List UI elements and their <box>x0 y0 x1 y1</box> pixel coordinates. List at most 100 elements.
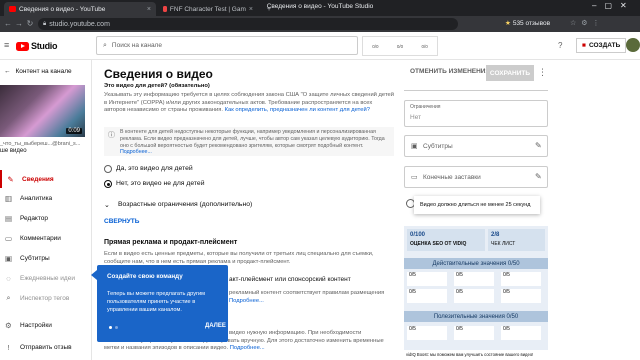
checklist-box[interactable]: 2/8 ЧЕК ЛИСТ <box>488 229 545 251</box>
lock-icon: 🔒︎ <box>43 20 47 27</box>
search-placeholder: Поиск на канале <box>111 42 162 49</box>
sidebar-item-details[interactable]: ✎ Сведения <box>0 170 92 188</box>
your-video-label: ше видео <box>0 148 27 154</box>
youtube-favicon-icon <box>9 6 16 12</box>
pencil-icon: ✎ <box>7 174 14 184</box>
tags-icon: ⌕ <box>6 293 11 302</box>
ext-stat: 0/0 <box>396 43 404 49</box>
checklist-label: ЧЕК ЛИСТ <box>491 241 516 247</box>
save-button[interactable]: СОХРАНИТЬ <box>486 65 534 81</box>
coppa-text: Указывать эту информацию требуется в цел… <box>104 92 394 115</box>
sidebar-item-label: Редактор <box>20 214 48 222</box>
sidebar-item-label: Отправить отзыв <box>20 343 72 351</box>
chevron-down-icon[interactable]: ⌄ <box>104 201 110 209</box>
seo-score-value: 0/100 <box>410 232 426 238</box>
browser-tab-game[interactable]: FNF Character Test | Gam × <box>158 2 258 16</box>
chapters-link[interactable]: Подробнее... <box>230 345 265 351</box>
seo-score: 0/100 <box>410 232 425 238</box>
create-button[interactable]: ■ СОЗДАТЬ <box>576 38 627 53</box>
paid-policy-body: рекламный контент соответствует правилам… <box>229 290 385 296</box>
more-options-icon[interactable]: ⋮ <box>538 67 547 78</box>
sidebar-item-comments[interactable]: ▭ Комментарии <box>0 229 92 247</box>
seo-cell: 0/5 <box>407 326 447 340</box>
popup-next-button[interactable]: ДАЛЕЕ <box>205 323 226 329</box>
collapse-link[interactable]: СВЕРНУТЬ <box>104 218 139 226</box>
sidebar-item-editor[interactable]: ▤ Редактор <box>0 209 92 227</box>
back-to-content[interactable]: ← Контент на канале <box>4 68 72 75</box>
url-field[interactable]: 🔒︎ studio.youtube.com <box>38 18 458 30</box>
channel-content-label: Контент на канале <box>15 68 72 75</box>
pencil-icon[interactable]: ✎ <box>535 141 542 150</box>
subtitles-field[interactable]: ▣ Субтитры ✎ <box>404 135 548 157</box>
vidiq-seo-panel: 0/100 ОЦЕНКА SEO ОТ VIDIQ 2/8 ЧЕК ЛИСТ Д… <box>404 226 548 360</box>
reviews-count: 535 отзывов <box>512 19 551 27</box>
end-screen-icon: ▭ <box>411 174 418 181</box>
menu-icon[interactable]: ≡ <box>4 40 9 50</box>
paid-promotion-policy: рекламный контент соответствует правилам… <box>229 290 394 305</box>
vidiq-footer: vidIQ Boost: мы поможем вам улучшить сос… <box>404 350 548 360</box>
analytics-icon: ▥ <box>4 193 13 203</box>
browser-toolbar-icons[interactable]: ☆⚙⋮ <box>570 19 605 27</box>
kids-note-body: В контенте для детей недоступны некоторы… <box>120 129 385 149</box>
sidebar-item-subtitles[interactable]: ▣ Субтитры <box>0 249 92 267</box>
tooltip: Видео должно длиться не менее 25 секунд <box>414 196 540 214</box>
sidebar-item-daily-ideas[interactable]: ◌ Ежедневные идеи <box>0 269 92 287</box>
radio-not-for-kids[interactable] <box>104 180 112 188</box>
coppa-link[interactable]: Как определить, предназначен ли контент … <box>225 107 370 113</box>
reload-icon[interactable]: ↻ <box>24 19 36 28</box>
undo-changes-button[interactable]: ОТМЕНИТЬ ИЗМЕНЕНИЯ <box>410 68 490 75</box>
ideas-icon: ◌ <box>6 273 11 283</box>
sidebar-item-tag-inspector[interactable]: ⌕ Инспектор тегов <box>0 289 92 307</box>
sidebar-item-label: Ежедневные идеи <box>20 274 75 282</box>
restrictions-field[interactable]: Ограничения Нет <box>404 100 548 127</box>
age-restriction-toggle[interactable]: Возрастные ограничения (дополнительно) <box>118 201 252 209</box>
studio-logo[interactable]: Studio <box>16 41 58 51</box>
seo-cell: 0/5 <box>501 326 541 340</box>
seo-cell: 0/5 <box>454 272 494 286</box>
sidebar-item-label: Инспектор тегов <box>20 294 70 302</box>
sidebar-item-feedback[interactable]: ! Отправить отзыв <box>0 338 92 356</box>
vidiq-extension-panel[interactable]: 0/0 0/0 0/0 <box>362 36 438 56</box>
help-icon[interactable]: ? <box>558 41 562 50</box>
page-dot <box>109 326 112 329</box>
useful-values-header: Полезительные значения 0/50 <box>404 311 548 322</box>
end-screen-field[interactable]: ▭ Конечные заставки ✎ <box>404 166 548 188</box>
gear-icon: ⚙ <box>5 320 12 330</box>
restrictions-value: Нет <box>410 114 422 121</box>
sidebar-item-analytics[interactable]: ▥ Аналитика <box>0 189 92 207</box>
actual-values-label: Действительные значения <box>432 260 507 267</box>
page-title: Сведения о видео <box>104 67 213 81</box>
sidebar-item-label: Настройки <box>20 321 52 329</box>
kids-note-link[interactable]: Подробнее... <box>120 149 152 155</box>
paid-promotion-title: Прямая реклама и продакт-плейсмент <box>104 239 238 246</box>
sidebar-item-label: Субтитры <box>20 254 50 262</box>
browser-tab-studio[interactable]: Сведения о видео - YouTube × <box>4 2 156 16</box>
video-thumbnail[interactable]: 0:09 <box>0 85 85 137</box>
avatar[interactable] <box>626 38 640 52</box>
sidebar-item-settings[interactable]: ⚙ Настройки <box>0 316 92 334</box>
audience-intro: Это видео для детей? (обязательно) <box>104 83 210 89</box>
paid-promotion-checkbox-label[interactable]: акт-плейсмент или спонсорский контент <box>229 276 351 284</box>
channel-search-input[interactable]: ⌕ Поиск на канале <box>96 36 358 55</box>
pencil-icon[interactable]: ✎ <box>535 172 542 181</box>
sidebar: ← Контент на канале 0:09 _что_ты_выбереш… <box>0 60 92 360</box>
radio-no-label: Нет, это видео не для детей <box>116 180 205 187</box>
window-controls[interactable]: –▢✕ <box>592 1 635 10</box>
kids-note-text: В контенте для детей недоступны некоторы… <box>120 129 390 156</box>
video-camera-icon: ■ <box>582 42 586 49</box>
close-icon[interactable]: × <box>147 6 151 13</box>
sidebar-item-label: Сведения <box>22 175 54 183</box>
divider <box>404 90 548 91</box>
tab-label: FNF Character Test | Gam <box>169 5 246 13</box>
paid-promotion-text: Если в видео есть ценные предметы, котор… <box>104 251 374 265</box>
actual-values-total: 0/50 <box>507 260 520 267</box>
page-dot <box>115 326 118 329</box>
star-icon: ★ <box>505 20 511 27</box>
extension-reviews[interactable]: ★ 535 отзывов <box>505 19 551 28</box>
end-screen-label: Конечные заставки <box>423 174 481 181</box>
paid-policy-link[interactable]: Подробнее... <box>229 298 264 304</box>
radio-made-for-kids[interactable] <box>104 165 112 173</box>
ext-stat: 0/0 <box>421 43 428 49</box>
seo-cell: 0/5 <box>501 289 541 303</box>
logo-text: Studio <box>31 41 58 51</box>
